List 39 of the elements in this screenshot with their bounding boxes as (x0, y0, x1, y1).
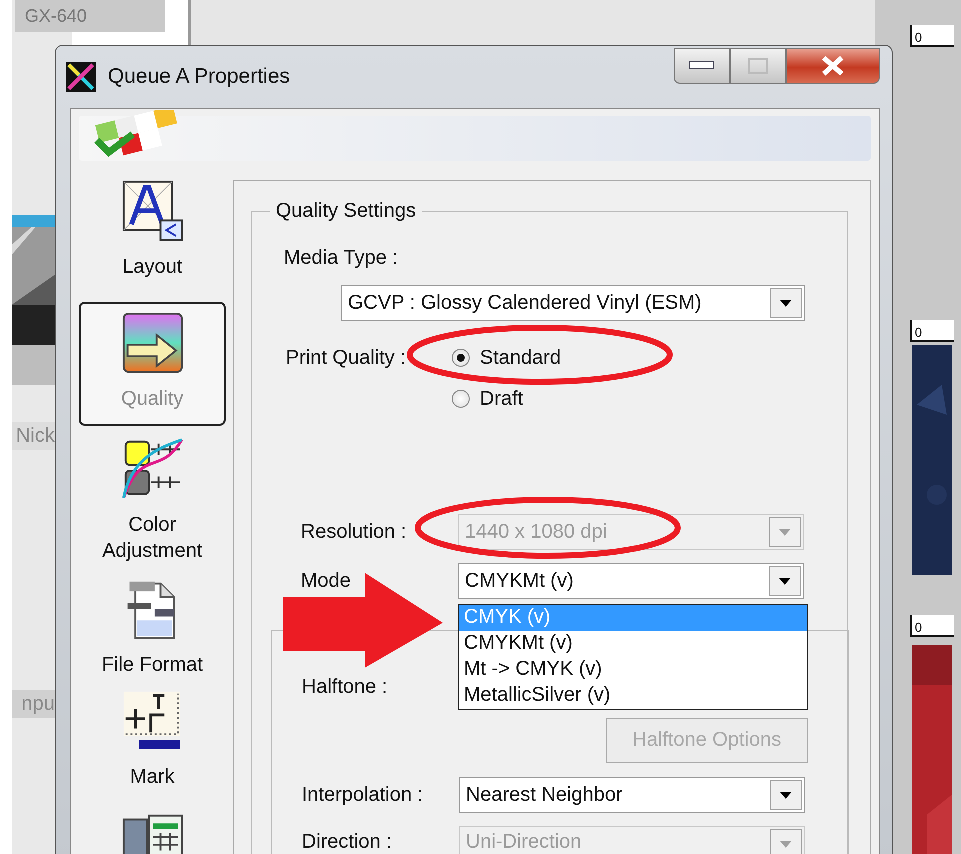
dropdown[interactable]: CMYKMt (v) (458, 563, 804, 599)
dropdown-option[interactable]: Mt -> CMYK (v) (459, 657, 807, 683)
app-icon (66, 62, 96, 92)
sidebar-item[interactable]: File Format (79, 568, 226, 678)
sidebar-item[interactable]: Mark (79, 680, 226, 800)
sidebar-item[interactable]: Layout (79, 170, 226, 300)
close-icon (820, 55, 846, 77)
window-title: Queue A Properties (108, 65, 290, 89)
caret-icon (770, 829, 802, 854)
caret-icon (770, 288, 802, 318)
ruler-label: 0 (914, 620, 922, 635)
radio-button[interactable]: Draft (452, 386, 562, 412)
letter-icon (122, 180, 184, 242)
dropdown[interactable]: GCVP : Glossy Calendered Vinyl (ESM) (341, 285, 805, 321)
field-label: Direction : (302, 830, 394, 854)
maximize-button[interactable] (730, 48, 786, 84)
field-label: Interpolation : (302, 783, 424, 808)
ruler-label: 0 (914, 325, 922, 340)
dropdown[interactable]: Nearest Neighbor (459, 777, 805, 813)
caret-icon (769, 517, 801, 547)
caret-icon (769, 566, 801, 596)
minimize-button[interactable] (674, 48, 730, 84)
field-label: Media Type : (284, 246, 400, 271)
curve-icon (122, 438, 184, 500)
sidebar-item[interactable]: Color Adjustment (79, 428, 226, 566)
radio-button[interactable]: Standard (452, 345, 562, 371)
close-button[interactable] (786, 48, 880, 84)
ruler-label: 0 (914, 30, 922, 45)
field-label: Mode (301, 569, 352, 594)
field-label: Halftone : (302, 675, 388, 700)
dropdown-option[interactable]: MetallicSilver (v) (459, 683, 807, 709)
minimize-icon (689, 61, 715, 71)
column-header: npu (12, 690, 55, 718)
maximize-icon (748, 58, 768, 74)
dropdown-option[interactable]: CMYKMt (v) (459, 631, 807, 657)
caret-icon (770, 780, 802, 810)
column-header: Nick (12, 422, 55, 450)
field-label: Resolution : (301, 520, 408, 545)
field-label: Print Quality : (286, 346, 408, 371)
